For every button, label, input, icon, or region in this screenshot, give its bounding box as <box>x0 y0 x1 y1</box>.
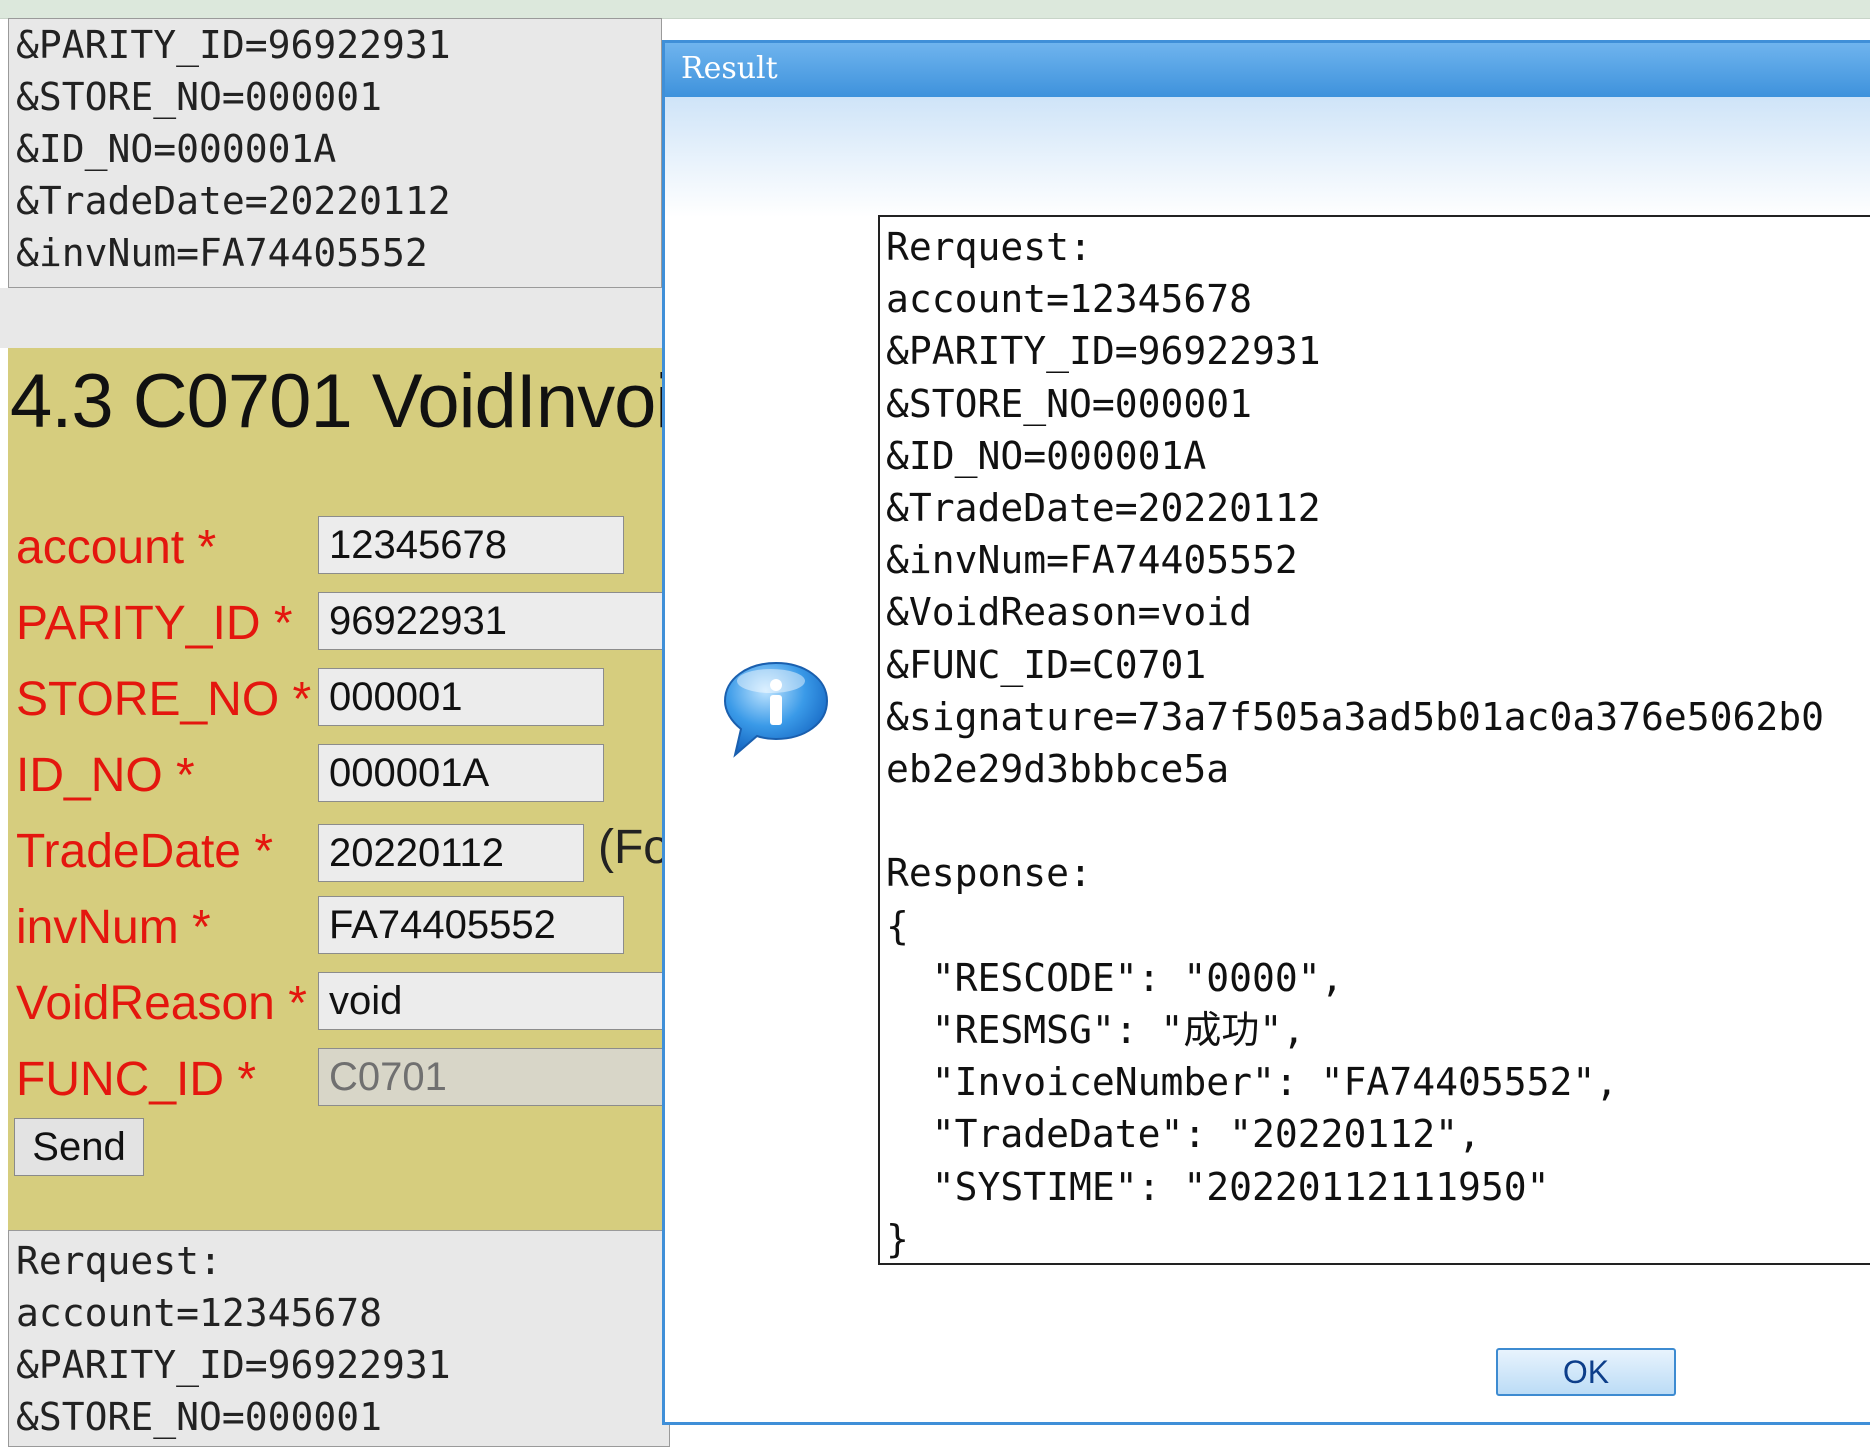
message-line: &ID_NO=000001A <box>886 433 1207 478</box>
message-line: &FUNC_ID=C0701 <box>886 642 1207 687</box>
parity-id-input[interactable]: 96922931 <box>318 592 670 650</box>
parity-id-label: PARITY_ID * <box>16 597 293 650</box>
message-line: &signature=73a7f505a3ad5b01ac0a376e5062b… <box>886 694 1824 739</box>
send-button[interactable]: Send <box>14 1118 144 1176</box>
dialog-header-gradient <box>665 97 1870 217</box>
message-line: eb2e29d3bbbce5a <box>886 747 1230 792</box>
message-line: { <box>886 903 909 948</box>
top-output-line: &ID_NO=000001A <box>16 127 337 171</box>
info-icon <box>721 659 831 763</box>
message-line: } <box>886 1216 909 1261</box>
dialog-titlebar[interactable]: Result <box>665 43 1870 97</box>
message-line: "TradeDate": "20220112", <box>886 1112 1481 1157</box>
browser-top-strip <box>0 0 1870 19</box>
message-line: "RESCODE": "0000", <box>886 955 1344 1000</box>
message-line: &STORE_NO=000001 <box>886 381 1253 426</box>
message-line: Response: <box>886 851 1092 896</box>
id-no-input[interactable]: 000001A <box>318 744 604 802</box>
top-output-line: &invNum=FA74405552 <box>16 231 428 275</box>
void-reason-input[interactable]: void <box>318 972 670 1030</box>
message-line: "RESMSG": "成功", <box>886 1008 1306 1053</box>
bottom-output-line: account=12345678 <box>16 1291 383 1335</box>
func-id-input: C0701 <box>318 1048 670 1106</box>
message-line: account=12345678 <box>886 277 1253 322</box>
result-dialog: Result Rerquest: account=12345678 &PARITY_… <box>662 40 1870 1425</box>
store-no-input[interactable]: 000001 <box>318 668 604 726</box>
message-line: &PARITY_ID=96922931 <box>886 329 1321 374</box>
top-output-line: &SystemDate=2022/01/12 11:0 <box>16 279 661 287</box>
message-line: "InvoiceNumber": "FA74405552", <box>886 1060 1619 1105</box>
message-line <box>886 795 1870 847</box>
bottom-output-line: &PARITY_ID=96922931 <box>16 1343 451 1387</box>
message-line: "SYSTIME": "20220112111950" <box>886 1164 1550 1209</box>
ok-button[interactable]: OK <box>1496 1348 1676 1396</box>
top-output-textarea[interactable]: &PARITY_ID=96922931 &STORE_NO=000001 &ID_N… <box>8 18 662 288</box>
message-line: &invNum=FA74405552 <box>886 538 1298 583</box>
id-no-label: ID_NO * <box>16 749 195 802</box>
top-output-line: &TradeDate=20220112 <box>16 179 451 223</box>
top-output-line: &PARITY_ID=96922931 <box>16 23 451 67</box>
invnum-label: invNum * <box>16 901 211 954</box>
tradedate-label: TradeDate * <box>16 825 274 878</box>
bottom-output-textarea[interactable]: Rerquest: account=12345678 &PARITY_ID=9692… <box>8 1230 670 1447</box>
dialog-message-textarea[interactable]: Rerquest: account=12345678 &PARITY_ID=9692… <box>878 215 1870 1265</box>
message-line: &VoidReason=void <box>886 590 1253 635</box>
void-invoice-form-panel: 4.3 C0701 VoidInvoic account * 12345678 … <box>8 348 670 1230</box>
section-title: 4.3 C0701 VoidInvoic <box>10 359 670 444</box>
account-label: account * <box>16 521 217 574</box>
func-id-label: FUNC_ID * <box>16 1053 257 1106</box>
top-output-line: &STORE_NO=000001 <box>16 75 383 119</box>
message-line: Rerquest: <box>886 225 1092 269</box>
store-no-label: STORE_NO * <box>16 673 312 726</box>
account-input[interactable]: 12345678 <box>318 516 624 574</box>
page-gap <box>0 288 670 348</box>
invnum-input[interactable]: FA74405552 <box>318 896 624 954</box>
message-line: &TradeDate=20220112 <box>886 486 1321 531</box>
tradedate-input[interactable]: 20220112 <box>318 824 584 882</box>
bottom-output-line: &STORE_NO=000001 <box>16 1395 383 1439</box>
dialog-title: Result <box>681 51 778 86</box>
tradedate-format-hint: (Fo <box>598 821 670 874</box>
void-reason-label: VoidReason * <box>16 977 307 1030</box>
bottom-output-line: Rerquest: <box>16 1239 222 1283</box>
